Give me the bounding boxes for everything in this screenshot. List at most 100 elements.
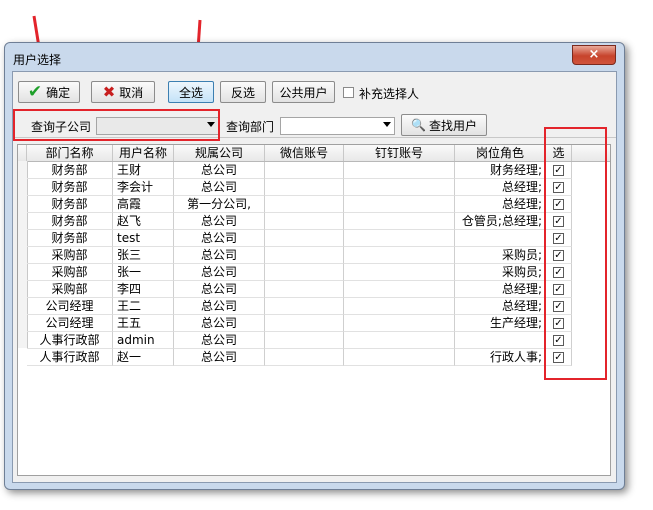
cell-user: 高霞 bbox=[113, 196, 174, 213]
cell-company: 总公司 bbox=[174, 281, 265, 298]
header-gutter bbox=[18, 145, 27, 161]
cell-role: 采购员; bbox=[455, 264, 546, 281]
table-row[interactable]: 财务部 高霞 第一分公司, 总经理; ✓ bbox=[18, 196, 572, 213]
cell-wechat bbox=[265, 298, 344, 315]
table-row[interactable]: 财务部 test 总公司 ✓ bbox=[18, 230, 572, 247]
col-user[interactable]: 用户名称 bbox=[113, 145, 174, 161]
cell-wechat bbox=[265, 247, 344, 264]
cell-wechat bbox=[265, 281, 344, 298]
cell-dept: 采购部 bbox=[27, 247, 113, 264]
invert-selection-button[interactable]: 反选 bbox=[220, 81, 266, 103]
department-label: 查询部门 bbox=[226, 120, 275, 134]
cell-company: 总公司 bbox=[174, 298, 265, 315]
cell-dept: 人事行政部 bbox=[27, 349, 113, 366]
cell-user: test bbox=[113, 230, 174, 247]
cell-company: 总公司 bbox=[174, 247, 265, 264]
col-company[interactable]: 规属公司 bbox=[174, 145, 265, 161]
cell-wechat bbox=[265, 315, 344, 332]
cell-dept: 人事行政部 bbox=[27, 332, 113, 349]
cell-user: 李会计 bbox=[113, 179, 174, 196]
table-row[interactable]: 采购部 李四 总公司 总经理; ✓ bbox=[18, 281, 572, 298]
cell-user: admin bbox=[113, 332, 174, 349]
cell-company: 总公司 bbox=[174, 179, 265, 196]
table-row[interactable]: 公司经理 王二 总公司 总经理; ✓ bbox=[18, 298, 572, 315]
table-row[interactable]: 采购部 张一 总公司 采购员; ✓ bbox=[18, 264, 572, 281]
cell-dept: 财务部 bbox=[27, 162, 113, 179]
cell-dept: 财务部 bbox=[27, 196, 113, 213]
col-dept[interactable]: 部门名称 bbox=[27, 145, 113, 161]
table-row[interactable]: 采购部 张三 总公司 采购员; ✓ bbox=[18, 247, 572, 264]
cell-dept: 公司经理 bbox=[27, 298, 113, 315]
cell-user: 赵飞 bbox=[113, 213, 174, 230]
cell-user: 王财 bbox=[113, 162, 174, 179]
title-bar: 用户选择 × bbox=[5, 43, 624, 71]
cell-user: 赵一 bbox=[113, 349, 174, 366]
col-wechat[interactable]: 微信账号 bbox=[265, 145, 344, 161]
cell-wechat bbox=[265, 264, 344, 281]
cancel-label: 取消 bbox=[119, 85, 144, 100]
table-row[interactable]: 人事行政部 admin 总公司 ✓ bbox=[18, 332, 572, 349]
cell-company: 总公司 bbox=[174, 332, 265, 349]
cell-role: 生产经理; bbox=[455, 315, 546, 332]
ok-button[interactable]: ✔ 确定 bbox=[18, 81, 80, 103]
cell-role: 总经理; bbox=[455, 298, 546, 315]
cell-dingtalk bbox=[344, 179, 455, 196]
cell-dingtalk bbox=[344, 247, 455, 264]
cell-role bbox=[455, 230, 546, 247]
find-user-button[interactable]: 🔍 查找用户 bbox=[401, 114, 487, 136]
checkmark-icon: ✔ bbox=[27, 82, 43, 102]
table-row[interactable]: 公司经理 王五 总公司 生产经理; ✓ bbox=[18, 315, 572, 332]
col-dingtalk[interactable]: 钉钉账号 bbox=[344, 145, 455, 161]
table-row[interactable]: 人事行政部 赵一 总公司 行政人事; ✓ bbox=[18, 349, 572, 366]
cell-wechat bbox=[265, 213, 344, 230]
cell-dingtalk bbox=[344, 298, 455, 315]
cell-company: 总公司 bbox=[174, 349, 265, 366]
cell-wechat bbox=[265, 230, 344, 247]
cell-wechat bbox=[265, 196, 344, 213]
col-role[interactable]: 岗位角色 bbox=[455, 145, 546, 161]
cell-wechat bbox=[265, 179, 344, 196]
table-row[interactable]: 财务部 李会计 总公司 总经理; ✓ bbox=[18, 179, 572, 196]
cell-role: 仓管员;总经理; bbox=[455, 213, 546, 230]
cell-role: 总经理; bbox=[455, 179, 546, 196]
table-row[interactable]: 财务部 王财 总公司 财务经理; ✓ bbox=[18, 162, 572, 179]
cell-company: 总公司 bbox=[174, 230, 265, 247]
table-row[interactable]: 财务部 赵飞 总公司 仓管员;总经理; ✓ bbox=[18, 213, 572, 230]
cell-user: 张三 bbox=[113, 247, 174, 264]
cell-dept: 财务部 bbox=[27, 213, 113, 230]
cell-dept: 采购部 bbox=[27, 264, 113, 281]
cell-user: 张一 bbox=[113, 264, 174, 281]
cell-company: 第一分公司, bbox=[174, 196, 265, 213]
cell-dept: 采购部 bbox=[27, 281, 113, 298]
annotation-box-select-column bbox=[544, 127, 607, 380]
cancel-button[interactable]: ✖ 取消 bbox=[91, 81, 155, 103]
cell-dingtalk bbox=[344, 281, 455, 298]
cell-dingtalk bbox=[344, 264, 455, 281]
cell-role: 财务经理; bbox=[455, 162, 546, 179]
cell-dingtalk bbox=[344, 332, 455, 349]
cell-role: 总经理; bbox=[455, 281, 546, 298]
select-all-button[interactable]: 全选 bbox=[168, 81, 214, 103]
cell-dingtalk bbox=[344, 349, 455, 366]
cell-dingtalk bbox=[344, 162, 455, 179]
cell-dingtalk bbox=[344, 230, 455, 247]
cell-user: 王五 bbox=[113, 315, 174, 332]
department-select[interactable] bbox=[280, 117, 395, 135]
cell-wechat bbox=[265, 162, 344, 179]
cell-dept: 财务部 bbox=[27, 230, 113, 247]
cell-wechat bbox=[265, 349, 344, 366]
public-users-button[interactable]: 公共用户 bbox=[272, 81, 335, 103]
find-user-label: 查找用户 bbox=[428, 118, 477, 133]
cell-company: 总公司 bbox=[174, 162, 265, 179]
cell-role bbox=[455, 332, 546, 349]
user-grid: 部门名称 用户名称 规属公司 微信账号 钉钉账号 岗位角色 选 财务部 王财 总公司… bbox=[17, 144, 611, 476]
cell-user: 李四 bbox=[113, 281, 174, 298]
chevron-down-icon bbox=[383, 122, 391, 127]
cell-user: 王二 bbox=[113, 298, 174, 315]
close-button[interactable]: × bbox=[572, 45, 616, 65]
ok-label: 确定 bbox=[46, 85, 71, 100]
cell-company: 总公司 bbox=[174, 315, 265, 332]
cell-dingtalk bbox=[344, 315, 455, 332]
binoculars-icon: 🔍 bbox=[411, 118, 426, 132]
supplement-checkbox[interactable] bbox=[343, 87, 354, 98]
